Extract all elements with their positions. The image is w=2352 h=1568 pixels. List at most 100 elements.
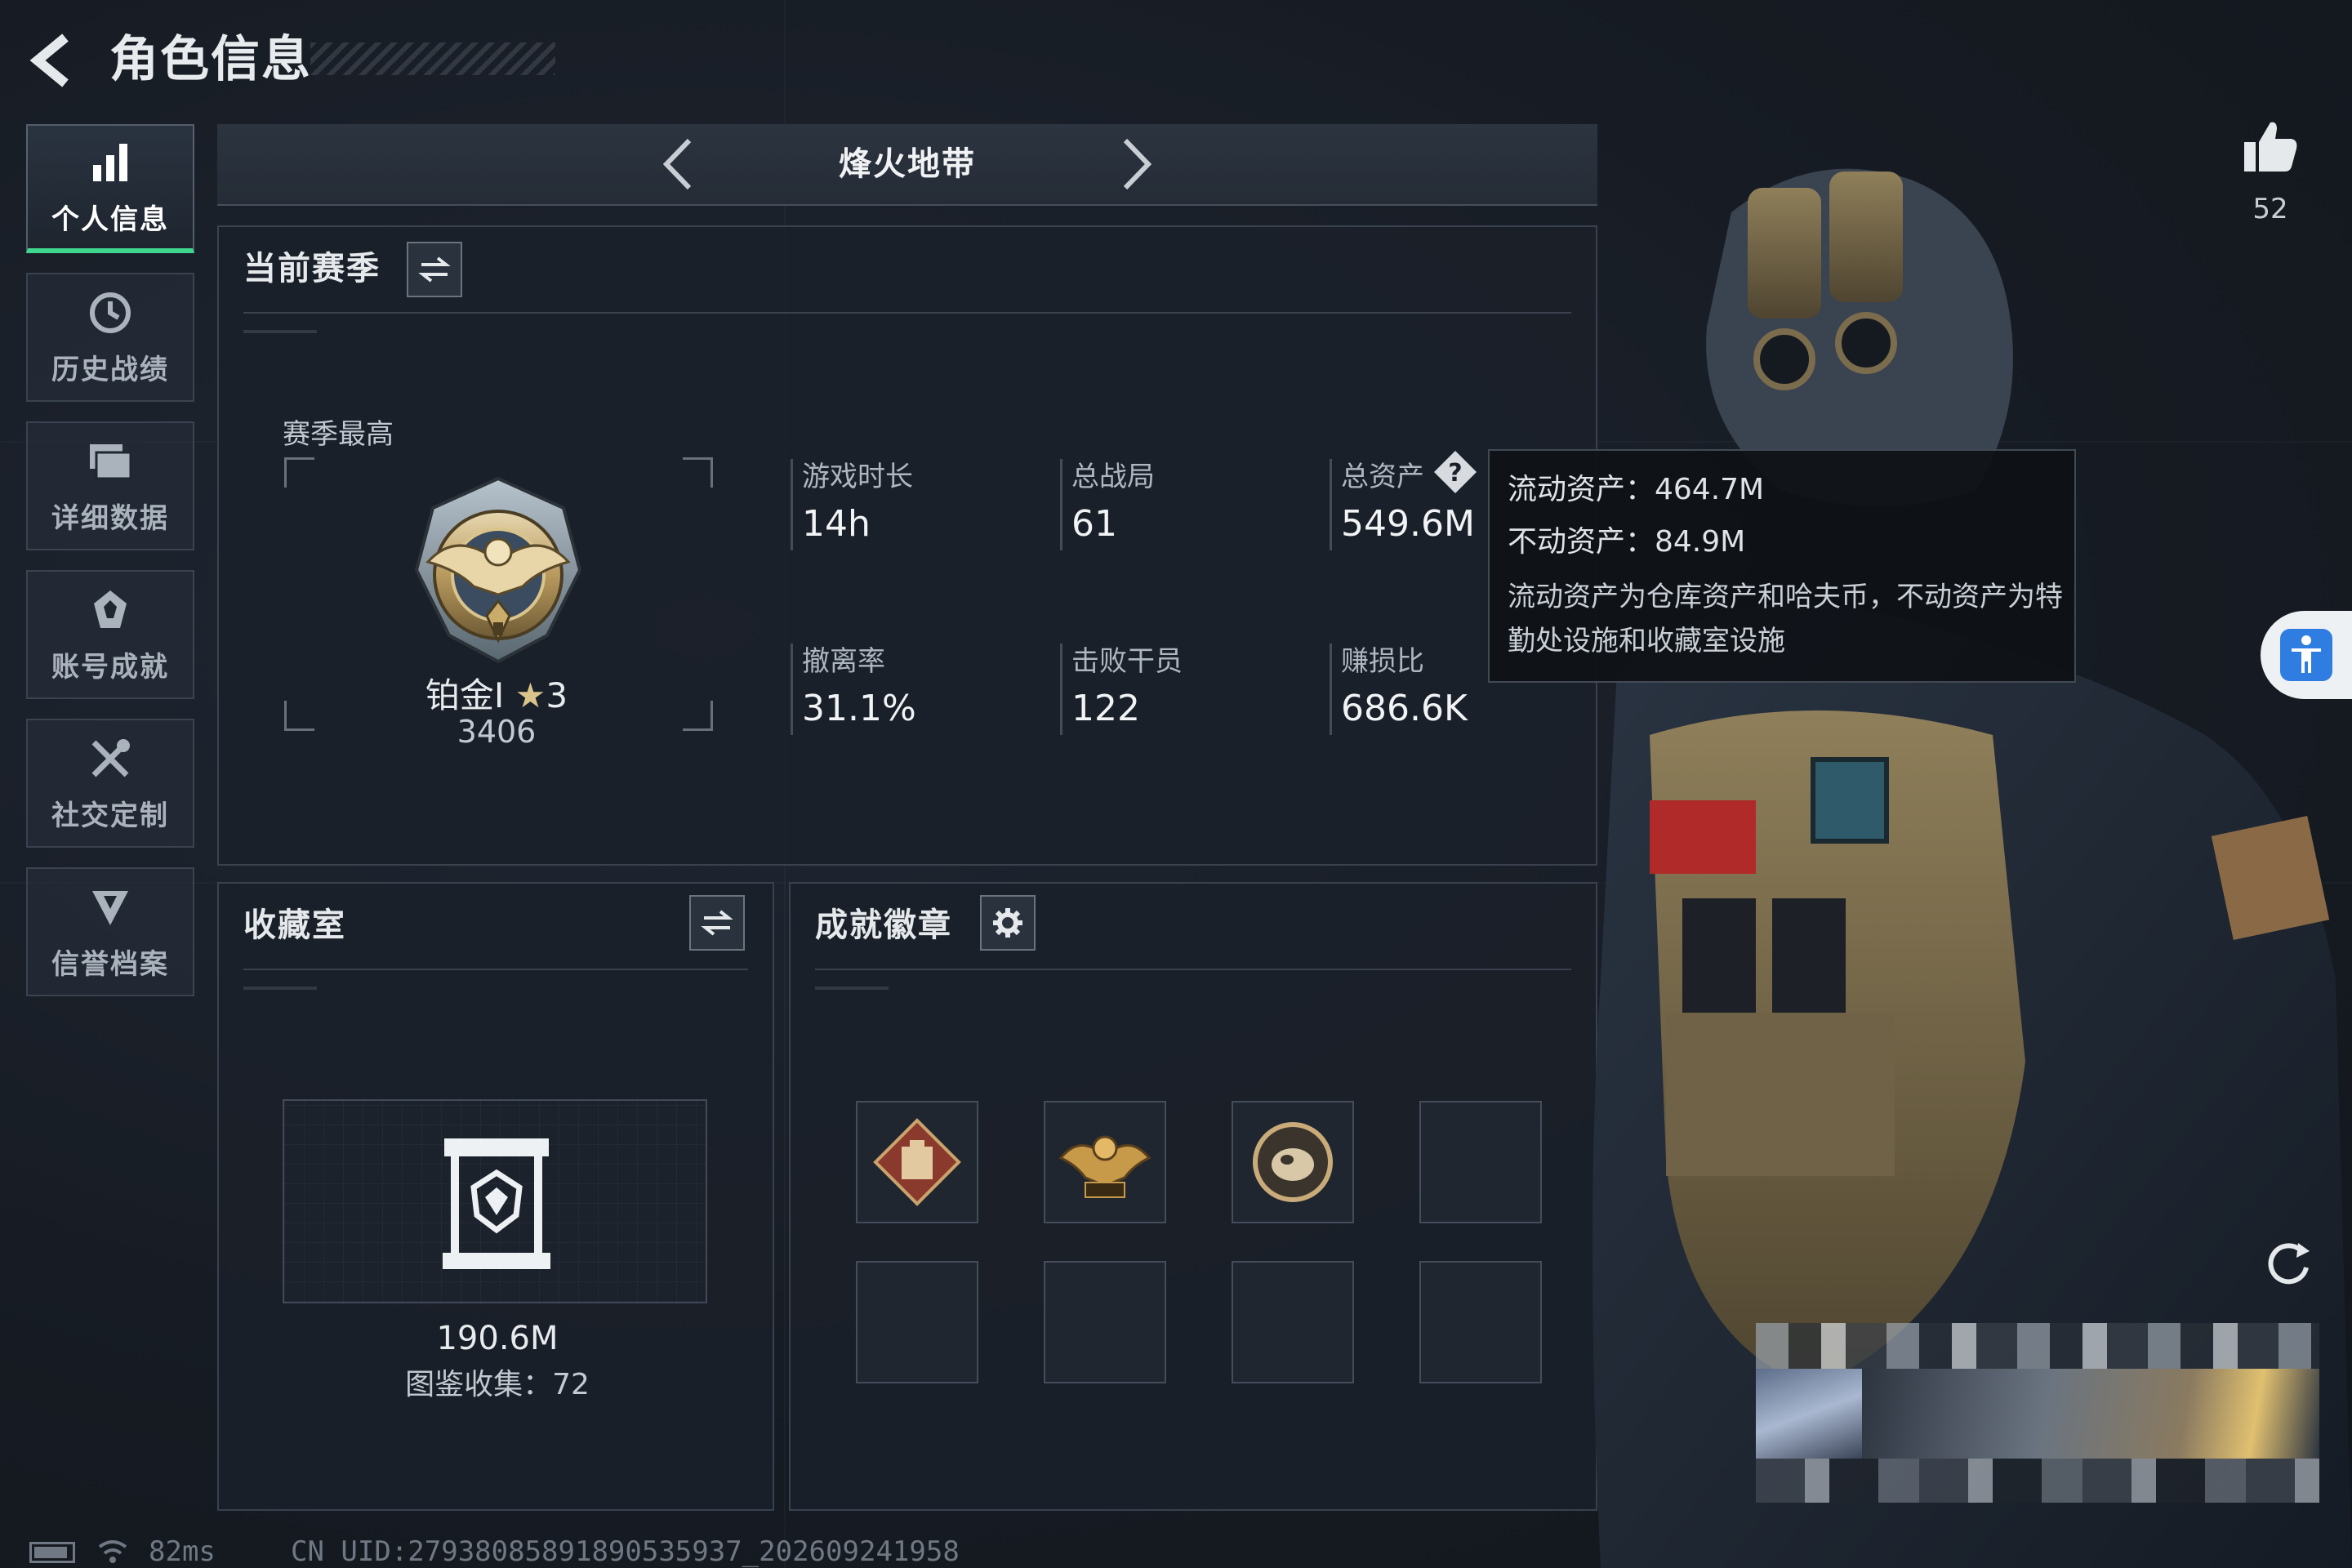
sidebar-item-credit-record[interactable]: 信誉档案 bbox=[26, 867, 194, 996]
frame-corner bbox=[284, 701, 314, 731]
supply-badge-icon bbox=[873, 1118, 961, 1206]
stat-divider bbox=[1060, 644, 1062, 735]
data-folder-icon bbox=[86, 437, 135, 486]
uid-text: CN UID:27938085891890535937_202609241958 bbox=[291, 1535, 960, 1568]
collection-value: 190.6M bbox=[436, 1320, 559, 1357]
sidebar-item-achievements[interactable]: 账号成就 bbox=[26, 570, 194, 699]
chevron-left-icon bbox=[662, 138, 692, 190]
tooltip-description: 流动资产为仓库资产和哈夫币，不动资产为特勤处设施和收藏室设施 bbox=[1508, 581, 2063, 657]
banner-thumbnail bbox=[1756, 1369, 1862, 1459]
promo-banner[interactable] bbox=[1756, 1323, 2319, 1503]
stat-value-total-matches: 61 bbox=[1071, 503, 1117, 545]
stat-value-extraction-rate: 31.1% bbox=[802, 688, 916, 729]
like-count: 52 bbox=[2252, 193, 2288, 225]
collection-switch-button[interactable] bbox=[689, 895, 745, 951]
badges-settings-button[interactable] bbox=[980, 895, 1036, 951]
stat-divider bbox=[791, 459, 793, 550]
mode-title: 烽火地带 bbox=[839, 145, 976, 183]
collection-panel: 收藏室 190.6M 图鉴收集：72 bbox=[217, 882, 774, 1511]
accessibility-icon bbox=[2280, 629, 2332, 681]
page-title: 角色信息 bbox=[109, 31, 312, 88]
badge-slot-empty[interactable] bbox=[1419, 1261, 1542, 1383]
badge-slot[interactable] bbox=[1044, 1101, 1166, 1223]
eagle-badge-icon bbox=[1058, 1135, 1152, 1198]
badge-slot-empty[interactable] bbox=[856, 1261, 978, 1383]
shell-badge-icon bbox=[1253, 1122, 1333, 1202]
rotate-icon bbox=[2268, 1243, 2310, 1285]
thumbs-up-icon bbox=[2244, 122, 2297, 172]
accessibility-button[interactable] bbox=[2261, 611, 2352, 699]
bar-chart-icon bbox=[86, 138, 135, 187]
stat-label-profit-ratio: 赚损比 bbox=[1341, 645, 1424, 678]
collection-header: 收藏室 bbox=[243, 906, 346, 944]
sidebar-item-label: 详细数据 bbox=[51, 501, 169, 535]
badges-header: 成就徽章 bbox=[815, 906, 952, 944]
sidebar-item-label: 个人信息 bbox=[51, 203, 169, 236]
ping-text: 82ms bbox=[149, 1535, 216, 1568]
mode-prev-button[interactable] bbox=[650, 136, 707, 193]
help-button[interactable]: ? bbox=[1432, 449, 1478, 495]
rotate-model-button[interactable] bbox=[2259, 1233, 2318, 1292]
stat-label-kills: 击败干员 bbox=[1071, 645, 1183, 678]
rank-name: 铂金Ⅰ bbox=[425, 675, 505, 715]
badges-panel: 成就徽章 bbox=[789, 882, 1597, 1511]
rank-score: 3406 bbox=[457, 714, 537, 750]
sidebar-item-label: 历史战绩 bbox=[51, 353, 169, 386]
panel-subdivider bbox=[815, 987, 889, 990]
panel-divider bbox=[243, 312, 1571, 314]
title-decoration bbox=[310, 42, 555, 75]
frame-corner bbox=[284, 457, 314, 488]
mode-switcher: 烽火地带 bbox=[217, 124, 1597, 206]
sidebar-item-detailed-data[interactable]: 详细数据 bbox=[26, 421, 194, 550]
stat-value-total-assets: 549.6M bbox=[1341, 503, 1475, 545]
tooltip-liquid-assets: 流动资产：464.7M bbox=[1508, 473, 1765, 506]
mode-next-button[interactable] bbox=[1107, 136, 1165, 193]
collection-room-preview[interactable] bbox=[283, 1099, 707, 1303]
panel-subdivider bbox=[243, 330, 317, 333]
rank-name-row: 铂金Ⅰ ★3 bbox=[374, 668, 619, 718]
back-arrow-icon bbox=[29, 33, 69, 87]
like-button[interactable] bbox=[2238, 114, 2303, 180]
panel-subdivider bbox=[243, 987, 317, 990]
swap-icon bbox=[701, 910, 733, 936]
pixelated-strip bbox=[1756, 1323, 2319, 1369]
stat-divider bbox=[1060, 459, 1062, 550]
tooltip-fixed-assets: 不动资产：84.9M bbox=[1508, 525, 1746, 559]
sidebar-item-social-custom[interactable]: 社交定制 bbox=[26, 719, 194, 848]
stat-label-playtime: 游戏时长 bbox=[802, 461, 913, 493]
root: { "header": { "title": "角色信息" }, "sideba… bbox=[0, 0, 2352, 1568]
rank-emblem-icon bbox=[400, 472, 596, 668]
swap-icon bbox=[418, 256, 451, 283]
achievement-icon bbox=[86, 586, 135, 635]
badge-slot-empty[interactable] bbox=[1044, 1261, 1166, 1383]
sidebar-item-label: 信誉档案 bbox=[51, 947, 169, 981]
badge-slot-empty[interactable] bbox=[1232, 1261, 1354, 1383]
stat-divider bbox=[1330, 459, 1332, 550]
stat-value-playtime: 14h bbox=[802, 503, 871, 545]
display-case-icon bbox=[439, 1134, 554, 1272]
sidebar-item-personal-info[interactable]: 个人信息 bbox=[26, 124, 194, 253]
stat-value-profit-ratio: 686.6K bbox=[1341, 688, 1468, 729]
season-best-label: 赛季最高 bbox=[283, 418, 394, 451]
season-switch-button[interactable] bbox=[407, 242, 462, 297]
back-button[interactable] bbox=[24, 31, 83, 90]
sidebar-item-label: 社交定制 bbox=[51, 799, 169, 832]
panel-divider bbox=[243, 969, 748, 970]
stat-divider bbox=[791, 644, 793, 735]
frame-corner bbox=[683, 701, 713, 731]
frame-corner bbox=[683, 457, 713, 488]
badge-slot-empty[interactable] bbox=[1419, 1101, 1542, 1223]
badge-slot[interactable] bbox=[1232, 1101, 1354, 1223]
tools-icon bbox=[86, 734, 135, 783]
gear-icon bbox=[993, 908, 1022, 938]
stat-value-kills: 122 bbox=[1071, 688, 1140, 729]
wifi-icon bbox=[96, 1537, 129, 1565]
stat-label-total-assets: 总资产 bbox=[1341, 461, 1424, 493]
panel-divider bbox=[815, 969, 1571, 970]
sidebar-item-label: 账号成就 bbox=[51, 650, 169, 684]
pixelated-strip bbox=[1756, 1459, 2319, 1503]
season-panel: 当前赛季 赛季最高 铂金Ⅰ ★3 3406 游戏时长 14h 总战局 61 总资… bbox=[217, 225, 1597, 866]
badge-slot[interactable] bbox=[856, 1101, 978, 1223]
sidebar-item-history[interactable]: 历史战绩 bbox=[26, 273, 194, 402]
assets-tooltip: 流动资产：464.7M 不动资产：84.9M 流动资产为仓库资产和哈夫币，不动资… bbox=[1488, 449, 2076, 683]
